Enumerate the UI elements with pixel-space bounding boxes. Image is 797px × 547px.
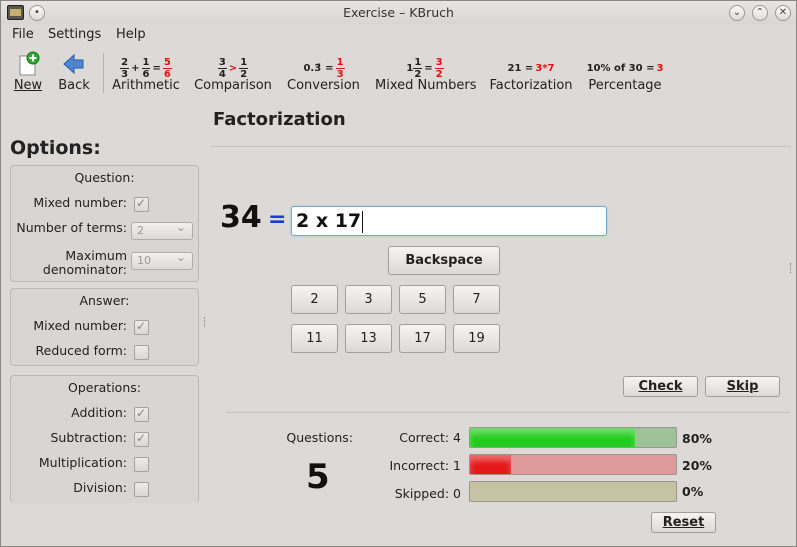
subtraction-checkbox[interactable] — [134, 431, 149, 447]
arithmetic-label: Arithmetic — [112, 78, 180, 93]
operations-group: Operations: Addition: Subtraction: Multi… — [10, 375, 199, 503]
factorization-icon: 21 = 3*7 — [507, 62, 555, 74]
reduced-checkbox[interactable] — [134, 345, 149, 360]
options-title: Options: — [10, 137, 101, 159]
exercise-title: Factorization — [213, 109, 346, 130]
questions-label: Questions: — [286, 430, 353, 445]
skipped-percent: 0% — [682, 484, 704, 499]
title-divider — [211, 146, 791, 147]
terms-combo[interactable]: 2 — [131, 219, 193, 240]
percentage-label: Percentage — [588, 78, 662, 93]
subtraction-label: Subtraction: — [50, 430, 127, 445]
answer-mixed-checkbox[interactable] — [134, 319, 149, 335]
menu-settings[interactable]: Settings — [48, 27, 101, 42]
text-cursor — [362, 210, 364, 233]
conversion-button[interactable]: 0.3̄ = 13 Conversion — [287, 51, 360, 97]
division-checkbox[interactable] — [134, 482, 149, 497]
back-arrow-icon — [63, 53, 84, 75]
incorrect-label: Incorrect: 1 — [389, 458, 461, 473]
equals-sign: = — [268, 207, 287, 232]
comparison-icon: 34 > 12 — [217, 56, 249, 80]
backspace-button[interactable]: Backspace — [388, 246, 500, 275]
maxden-label-2: denominator: — [42, 262, 127, 277]
prime-button-11[interactable]: 11 — [291, 324, 338, 353]
question-mixed-label: Mixed number: — [33, 195, 127, 210]
division-label: Division: — [73, 480, 127, 495]
answer-mixed-label: Mixed number: — [33, 318, 127, 333]
new-label: New — [13, 78, 43, 93]
comparison-button[interactable]: 34 > 12 Comparison — [194, 51, 272, 97]
maximize-icon[interactable]: ⌃ — [752, 5, 768, 21]
multiplication-checkbox[interactable] — [134, 457, 149, 472]
comparison-label: Comparison — [194, 78, 272, 93]
prime-button-5[interactable]: 5 — [399, 285, 446, 314]
reset-button[interactable]: Reset — [651, 512, 716, 533]
prime-button-2[interactable]: 2 — [291, 285, 338, 314]
task-number: 34 — [220, 200, 262, 235]
answer-group-title: Answer: — [79, 293, 130, 308]
factorization-label: Factorization — [489, 78, 573, 93]
minimize-icon[interactable]: ⌄ — [729, 5, 745, 21]
mixed-numbers-label: Mixed Numbers — [375, 78, 477, 93]
correct-label: Correct: 4 — [399, 430, 461, 445]
resize-handle[interactable] — [790, 263, 793, 273]
mixed-numbers-icon: 1 12 = 32 — [406, 56, 444, 80]
prime-button-3[interactable]: 3 — [345, 285, 392, 314]
factorization-button[interactable]: 21 = 3*7 Factorization — [488, 51, 574, 97]
stats-divider — [226, 412, 790, 413]
maxden-label-1: Maximum — [65, 248, 127, 263]
incorrect-percent: 20% — [682, 458, 712, 473]
answer-text: 2 x 17 — [296, 210, 362, 232]
conversion-label: Conversion — [287, 78, 360, 93]
prime-button-13[interactable]: 13 — [345, 324, 392, 353]
toolbar: New Back 23 + 16 = 56 Arithmetic 34 > 12 — [1, 47, 796, 97]
title-bar: • Exercise – KBruch ⌄ ⌃ ✕ — [1, 1, 796, 24]
answer-group: Answer: Mixed number: Reduced form: — [10, 288, 199, 366]
question-mixed-checkbox[interactable] — [134, 196, 149, 212]
question-group: Question: Mixed number: Number of terms:… — [10, 165, 199, 282]
correct-bar — [469, 427, 677, 448]
back-label: Back — [58, 78, 90, 93]
menu-bar: File Settings Help — [1, 25, 796, 45]
answer-input[interactable]: 2 x 17 — [291, 206, 607, 236]
correct-percent: 80% — [682, 431, 712, 446]
incorrect-bar — [469, 454, 677, 475]
prime-button-17[interactable]: 17 — [399, 324, 446, 353]
kbruch-window: • Exercise – KBruch ⌄ ⌃ ✕ File Settings … — [0, 0, 797, 547]
questions-count: 5 — [306, 457, 330, 497]
close-icon[interactable]: ✕ — [775, 5, 791, 21]
back-button[interactable]: Back — [55, 51, 93, 97]
operations-group-title: Operations: — [68, 380, 141, 395]
correct-bar-fill — [470, 428, 635, 447]
terms-label: Number of terms: — [16, 220, 127, 235]
toolbar-separator — [103, 53, 104, 93]
conversion-icon: 0.3̄ = 13 — [303, 56, 345, 80]
addition-checkbox[interactable] — [134, 406, 149, 422]
skipped-bar — [469, 481, 677, 502]
arithmetic-icon: 23 + 16 = 56 — [120, 56, 172, 80]
percentage-button[interactable]: 10% of 30 = 3 Percentage — [585, 51, 665, 97]
mixed-numbers-button[interactable]: 1 12 = 32 Mixed Numbers — [375, 51, 477, 97]
maxden-combo[interactable]: 10 — [131, 249, 193, 270]
splitter-handle[interactable] — [204, 317, 207, 327]
arithmetic-button[interactable]: 23 + 16 = 56 Arithmetic — [109, 51, 183, 97]
percentage-icon: 10% of 30 = 3 — [586, 62, 664, 74]
prime-button-7[interactable]: 7 — [453, 285, 500, 314]
window-title: Exercise – KBruch — [343, 5, 454, 20]
prime-button-19[interactable]: 19 — [453, 324, 500, 353]
addition-label: Addition: — [71, 405, 127, 420]
incorrect-bar-fill — [470, 455, 512, 474]
question-group-title: Question: — [74, 170, 135, 185]
new-button[interactable]: New — [9, 51, 47, 97]
menu-help[interactable]: Help — [116, 27, 146, 42]
menu-file[interactable]: File — [12, 27, 34, 42]
multiplication-label: Multiplication: — [38, 455, 127, 470]
new-document-icon — [19, 51, 40, 76]
reduced-label: Reduced form: — [35, 343, 128, 358]
check-button[interactable]: Check — [623, 376, 698, 397]
skipped-label: Skipped: 0 — [394, 486, 461, 501]
skip-button[interactable]: Skip — [705, 376, 780, 397]
